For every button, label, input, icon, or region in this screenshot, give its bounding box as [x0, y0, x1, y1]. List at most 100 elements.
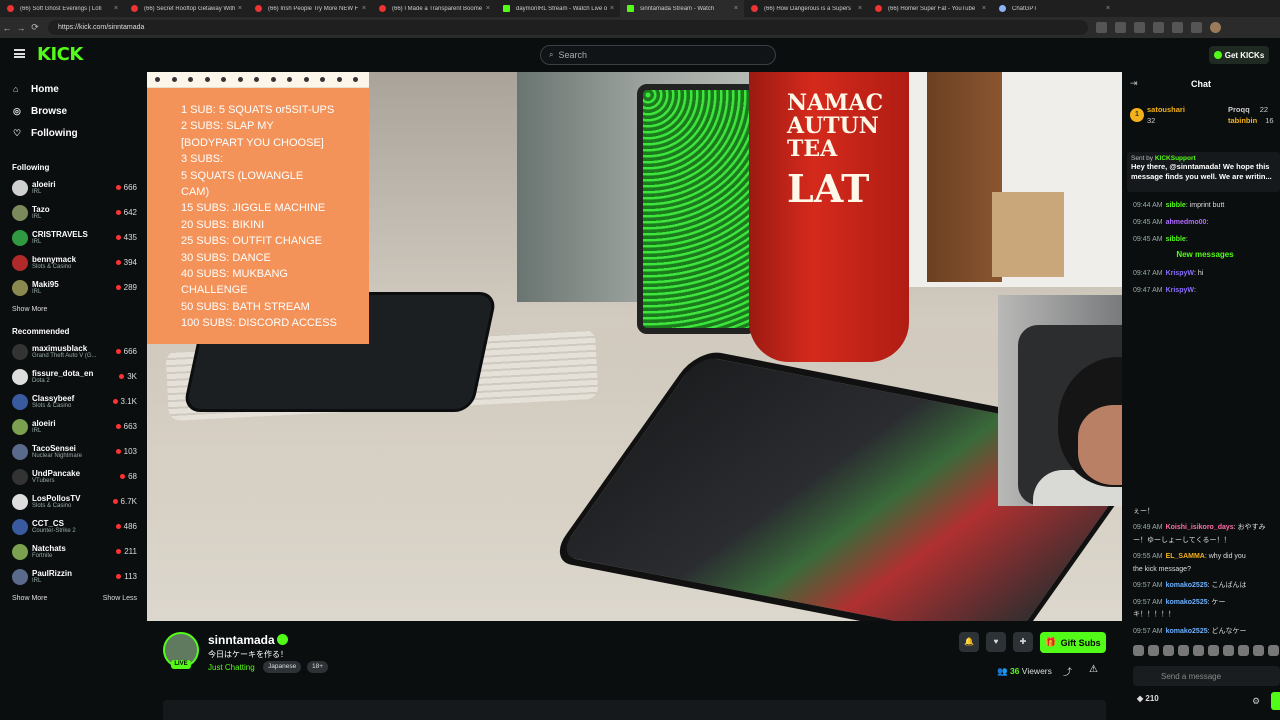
chat-username[interactable]: sibble: [1166, 202, 1186, 209]
close-tab-icon[interactable]: ×: [610, 5, 614, 12]
sidebar-channel[interactable]: bennymack Slots & Casino 394: [0, 251, 147, 276]
sidebar-channel[interactable]: CRISTRAVELS IRL 435: [0, 226, 147, 251]
close-tab-icon[interactable]: ×: [114, 5, 118, 12]
show-less-recommended[interactable]: Show Less: [103, 595, 137, 602]
chat-username[interactable]: EL_SAMMA: [1166, 553, 1205, 560]
chat-settings-icon[interactable]: ⚙: [1252, 696, 1260, 707]
gifter-3[interactable]: tabinbin 16: [1228, 116, 1274, 125]
channel-points[interactable]: ◆ 210: [1137, 694, 1159, 703]
tag-mature[interactable]: 18+: [307, 661, 329, 673]
kick-logo[interactable]: KICK: [37, 44, 83, 65]
browser-tab[interactable]: ChatGPT ×: [992, 0, 1116, 17]
browser-tab[interactable]: (66) Irish People Try More NEW F ×: [248, 0, 372, 17]
extension-icon[interactable]: [1172, 22, 1183, 33]
browser-tab[interactable]: (66) Secret Rooftop Getaway With ×: [124, 0, 248, 17]
sidebar-channel[interactable]: TacoSensei Nuclear Nightmare 103: [0, 440, 147, 465]
show-more-recommended[interactable]: Show More: [12, 595, 47, 602]
chat-message[interactable]: 09:45 AM ahmedmo00:: [1133, 217, 1208, 228]
address-input[interactable]: https://kick.com/sinntamada: [48, 20, 1088, 35]
extension-icon[interactable]: [1153, 22, 1164, 33]
reload-icon[interactable]: ⟳: [28, 22, 42, 33]
back-icon[interactable]: ←: [0, 23, 14, 33]
emote-icon[interactable]: [1208, 645, 1219, 656]
subscribe-icon[interactable]: ✚: [1013, 632, 1033, 652]
chat-message[interactable]: キ！！！！！: [1133, 609, 1175, 620]
close-tab-icon[interactable]: ×: [1106, 5, 1110, 12]
sidebar-channel[interactable]: Natchats Fortnite 211: [0, 540, 147, 565]
tag-language[interactable]: Japanese: [263, 661, 302, 673]
sidebar-channel[interactable]: CCT_CS Counter-Strike 2 486: [0, 515, 147, 540]
chat-message[interactable]: 09:57 AM komako2525: どんなケー: [1133, 626, 1247, 637]
emote-icon[interactable]: [1253, 645, 1264, 656]
chat-message[interactable]: 09:45 AM sibble:: [1133, 234, 1188, 245]
chat-message[interactable]: ー！ゆーしょーしてくるー！！: [1133, 535, 1230, 546]
notification-bell-icon[interactable]: 🔔: [959, 632, 979, 652]
chat-message[interactable]: 09:47 AM KrispyW: hi: [1133, 268, 1203, 279]
close-tab-icon[interactable]: ×: [486, 5, 490, 12]
emote-icon[interactable]: [1238, 645, 1249, 656]
chat-message[interactable]: 09:47 AM KrispyW:: [1133, 285, 1196, 296]
sidebar-channel[interactable]: aloeiri IRL 666: [0, 176, 147, 201]
chat-username[interactable]: komako2525: [1166, 628, 1208, 635]
emote-icon[interactable]: [1133, 645, 1144, 656]
close-tab-icon[interactable]: ×: [734, 5, 738, 12]
sidebar-channel[interactable]: Classybeef Slots & Casino 3.1K: [0, 390, 147, 415]
gifter-1[interactable]: satoushari: [1147, 105, 1185, 114]
collapse-chat-icon[interactable]: ⇥: [1130, 78, 1138, 89]
menu-icon[interactable]: [14, 49, 25, 58]
emote-icon[interactable]: [1163, 645, 1174, 656]
sidebar-channel[interactable]: LosPollosTV Slots & Casino 6.7K: [0, 490, 147, 515]
sidebar-nav-home[interactable]: ⌂ Home: [0, 78, 147, 100]
extension-icon[interactable]: [1096, 22, 1107, 33]
sidebar-channel[interactable]: fissure_dota_en Dota 2 3K: [0, 365, 147, 390]
browser-tab[interactable]: (66) Soft Ghost Evenings | Lofi ×: [0, 0, 124, 17]
sidebar-nav-following[interactable]: ♡ Following: [0, 122, 147, 144]
chat-message[interactable]: 09:44 AM sibble: imprint butt: [1133, 200, 1224, 211]
emote-icon[interactable]: [1148, 645, 1159, 656]
forward-icon[interactable]: →: [14, 23, 28, 33]
close-tab-icon[interactable]: ×: [238, 5, 242, 12]
close-tab-icon[interactable]: ×: [858, 5, 862, 12]
search-input[interactable]: ⌕ Search: [540, 45, 776, 65]
get-kicks-button[interactable]: Get KICKs: [1209, 46, 1269, 64]
chat-username[interactable]: sibble: [1166, 236, 1186, 243]
chat-username[interactable]: KrispyW: [1166, 270, 1194, 277]
browser-tab[interactable]: (66) How Dangerous is a Supers ×: [744, 0, 868, 17]
close-tab-icon[interactable]: ×: [982, 5, 986, 12]
stream-category[interactable]: Just Chatting: [208, 663, 255, 672]
sidebar-nav-browse[interactable]: ◎ Browse: [0, 100, 147, 122]
emote-icon[interactable]: [1178, 645, 1189, 656]
chat-username[interactable]: ahmedmo00: [1166, 219, 1207, 226]
chat-message-input[interactable]: Send a message: [1133, 666, 1280, 686]
pinned-message[interactable]: Sent by KICKSupport Hey there, @sinntama…: [1127, 152, 1280, 192]
extension-icon[interactable]: [1134, 22, 1145, 33]
gift-subs-button[interactable]: 🎁 Gift Subs: [1040, 632, 1106, 653]
chat-send-button[interactable]: [1271, 692, 1280, 710]
chat-message[interactable]: 09:55 AM EL_SAMMA: why did you: [1133, 551, 1246, 562]
browser-tab[interactable]: (66) I Made a Transparent Boome ×: [372, 0, 496, 17]
sidebar-channel[interactable]: PaulRizzin IRL 113: [0, 565, 147, 590]
chat-username[interactable]: Koishi_isikoro_days: [1166, 524, 1234, 531]
new-messages-indicator[interactable]: New messages: [1130, 250, 1280, 259]
report-icon[interactable]: ⚠: [1089, 664, 1098, 675]
sidebar-channel[interactable]: maximusblack Grand Theft Auto V (G... 666: [0, 340, 147, 365]
profile-avatar[interactable]: [1210, 22, 1221, 33]
show-more-following[interactable]: Show More: [12, 306, 47, 313]
chat-message[interactable]: 09:57 AM komako2525: こんばんは: [1133, 580, 1247, 591]
gifter-2[interactable]: Proqq 22: [1228, 105, 1268, 114]
browser-tab[interactable]: sinntamada Stream - Watch ×: [620, 0, 744, 17]
sidebar-channel[interactable]: aloeiri IRL 663: [0, 415, 147, 440]
close-tab-icon[interactable]: ×: [362, 5, 366, 12]
browser-tab[interactable]: (66) Homer Super Fat - YouTube ×: [868, 0, 992, 17]
chat-message[interactable]: ぇー！: [1133, 506, 1154, 517]
sidebar-channel[interactable]: Tazo IRL 642: [0, 201, 147, 226]
chat-message[interactable]: 09:57 AM komako2525: ケー: [1133, 597, 1226, 608]
chat-message[interactable]: the kick message?: [1133, 564, 1191, 575]
streamer-name[interactable]: sinntamada: [208, 633, 275, 647]
emote-icon[interactable]: [1193, 645, 1204, 656]
follow-heart-icon[interactable]: ♥: [986, 632, 1006, 652]
emote-icon[interactable]: [1223, 645, 1234, 656]
sidebar-channel[interactable]: UndPancake VTubers 68: [0, 465, 147, 490]
chat-username[interactable]: komako2525: [1166, 599, 1208, 606]
browser-tab[interactable]: daymonIRL Stream - Watch Live o ×: [496, 0, 620, 17]
